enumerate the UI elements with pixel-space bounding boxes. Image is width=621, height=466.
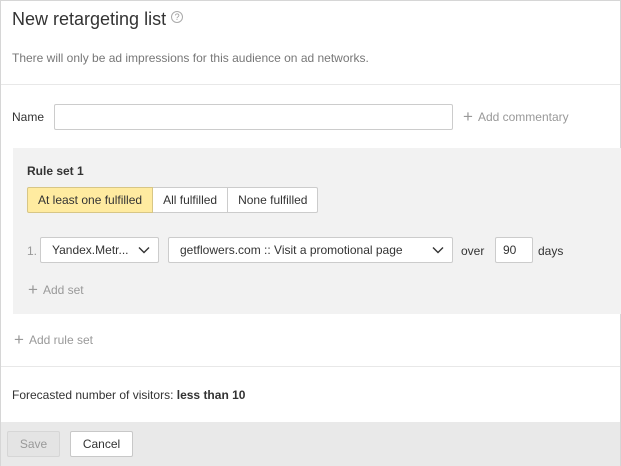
forecast-label: Forecasted number of visitors: [12, 388, 174, 402]
add-rule-set-link[interactable]: + Add rule set [14, 330, 93, 349]
mode-none-fulfilled-button[interactable]: None fulfilled [227, 187, 319, 213]
retargeting-dialog: New retargeting list ? There will only b… [0, 0, 621, 466]
rule-set-title: Rule set 1 [27, 164, 84, 178]
rule-number: 1. [27, 244, 38, 258]
add-rule-set-label: Add rule set [28, 333, 93, 347]
mode-at-least-one-button[interactable]: At least one fulfilled [27, 187, 154, 213]
over-label: over [461, 244, 485, 258]
divider [1, 84, 620, 85]
goal-select-value: getflowers.com :: Visit a promotional pa… [180, 243, 403, 257]
plus-icon: + [14, 330, 24, 349]
plus-icon: + [28, 280, 38, 299]
plus-icon: + [463, 107, 473, 126]
goal-select[interactable]: getflowers.com :: Visit a promotional pa… [168, 237, 453, 263]
page-title: New retargeting list [12, 9, 167, 29]
name-input[interactable] [54, 104, 453, 130]
save-button[interactable]: Save [7, 431, 60, 457]
chevron-down-icon [138, 247, 150, 254]
add-commentary-label: Add commentary [477, 110, 569, 124]
question-circle-icon[interactable]: ? [171, 11, 184, 23]
days-input[interactable] [495, 237, 533, 263]
days-label: days [538, 244, 564, 258]
forecast: Forecasted number of visitors: less than… [12, 388, 245, 402]
name-label: Name [12, 110, 45, 124]
forecast-value: less than 10 [176, 388, 246, 402]
chevron-down-icon [432, 247, 444, 254]
source-select-value: Yandex.Metr... [52, 243, 129, 257]
page-subtitle: There will only be ad impressions for th… [12, 51, 369, 65]
rule-set-panel: Rule set 1 At least one fulfilled All fu… [13, 148, 621, 314]
dialog-header: New retargeting list ? [12, 9, 184, 30]
rule-mode-switch: At least one fulfilled All fulfilled Non… [27, 187, 319, 213]
add-commentary-link[interactable]: + Add commentary [463, 107, 569, 126]
cancel-button[interactable]: Cancel [70, 431, 133, 457]
add-set-label: Add set [42, 283, 84, 297]
mode-all-fulfilled-button[interactable]: All fulfilled [152, 187, 229, 213]
source-select[interactable]: Yandex.Metr... [40, 237, 159, 263]
divider [1, 366, 620, 367]
add-set-link[interactable]: + Add set [28, 280, 84, 299]
dialog-footer: Save Cancel [1, 422, 620, 466]
